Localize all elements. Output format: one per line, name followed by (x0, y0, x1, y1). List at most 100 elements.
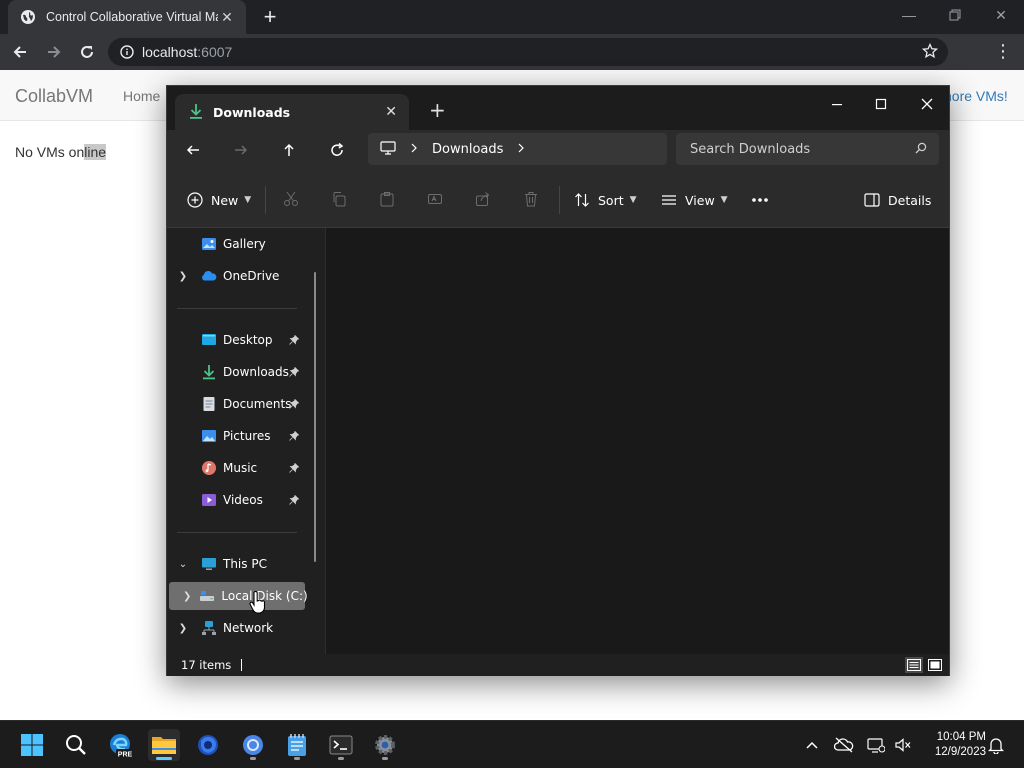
maximize-icon[interactable] (866, 92, 896, 116)
rename-icon[interactable] (424, 188, 446, 210)
reload-icon[interactable] (75, 40, 99, 64)
sort-button[interactable]: Sort ▼ (574, 189, 637, 211)
chevron-right-icon[interactable]: ❯ (175, 271, 191, 282)
command-separator (265, 186, 266, 214)
file-explorer-icon[interactable] (148, 729, 180, 761)
paste-icon[interactable] (376, 188, 398, 210)
nav-item-gallery[interactable]: Gallery (169, 230, 305, 258)
nav-more-vms-link[interactable]: nore VMs! (944, 88, 1008, 104)
nav-home-link[interactable]: Home (123, 88, 160, 104)
pin-icon[interactable] (289, 366, 300, 380)
edge-beta-icon[interactable]: PRE (105, 729, 137, 761)
restore-icon[interactable] (933, 4, 977, 26)
nav-item-documents[interactable]: Documents (169, 390, 305, 418)
nav-item-videos[interactable]: Videos (169, 486, 305, 514)
browser-tab[interactable]: Control Collaborative Virtual Ma ✕ (8, 0, 246, 34)
search-icon[interactable] (60, 729, 92, 761)
url-host: localhost (142, 44, 198, 60)
nav-item-pictures[interactable]: Pictures (169, 422, 305, 450)
nav-item-this-pc[interactable]: ⌄ This PC (169, 550, 305, 578)
more-options-icon[interactable] (751, 189, 769, 211)
monitor-icon[interactable] (380, 140, 396, 158)
forward-icon[interactable] (42, 40, 66, 64)
breadcrumb-downloads[interactable]: Downloads (432, 142, 503, 157)
start-icon[interactable] (16, 729, 48, 761)
breadcrumb-chevron-icon[interactable] (410, 142, 418, 156)
bookmark-star-icon[interactable] (921, 42, 939, 62)
nav-item-onedrive[interactable]: ❯ OneDrive (169, 262, 305, 290)
pin-icon[interactable] (289, 462, 300, 476)
clock-time: 10:04 PM (936, 731, 986, 743)
site-info-icon[interactable] (120, 45, 134, 59)
minimize-icon[interactable]: — (887, 4, 931, 26)
address-bar[interactable]: localhost:6007 (108, 38, 948, 66)
breadcrumb[interactable]: Downloads (368, 133, 667, 165)
pin-icon[interactable] (289, 398, 300, 412)
chevron-down-icon[interactable]: ⌄ (175, 559, 191, 570)
share-icon[interactable] (472, 188, 494, 210)
breadcrumb-chevron-icon[interactable] (517, 142, 525, 156)
close-tab-icon[interactable]: ✕ (385, 104, 397, 120)
new-tab-button[interactable]: + (429, 98, 446, 122)
nav-item-music[interactable]: Music (169, 454, 305, 482)
back-icon[interactable] (8, 40, 32, 64)
pin-icon[interactable] (289, 334, 300, 348)
nav-item-downloads[interactable]: Downloads (169, 358, 305, 386)
network-status-icon[interactable] (866, 735, 886, 755)
downloads-folder-icon (201, 364, 217, 380)
system-clock[interactable]: 10:04 PM 12/9/2023 (918, 730, 986, 760)
browser-tab-title: Control Collaborative Virtual Ma (46, 10, 218, 24)
close-window-icon[interactable] (912, 92, 942, 116)
browser-menu-icon[interactable]: ⋮ (994, 40, 1012, 62)
nav-item-desktop[interactable]: Desktop (169, 326, 305, 354)
sort-button-label: Sort (598, 192, 624, 208)
search-placeholder: Search Downloads (690, 141, 811, 157)
nav-item-network[interactable]: ❯ Network (169, 614, 305, 642)
notification-bell-icon[interactable] (986, 735, 1006, 755)
gallery-icon (201, 236, 217, 252)
command-separator (559, 186, 560, 214)
view-button[interactable]: View ▼ (661, 189, 728, 211)
vm-status-text: No VMs on (15, 144, 85, 160)
site-brand[interactable]: CollabVM (15, 86, 93, 107)
delete-icon[interactable] (520, 188, 542, 210)
search-input[interactable]: Search Downloads (676, 133, 939, 165)
firefox-icon[interactable] (192, 729, 224, 761)
copy-icon[interactable] (328, 188, 350, 210)
close-tab-icon[interactable]: ✕ (218, 8, 236, 26)
chevron-down-icon: ▼ (244, 195, 252, 205)
pin-icon[interactable] (289, 430, 300, 444)
chevron-right-icon[interactable]: ❯ (175, 623, 191, 634)
tiles-view-icon[interactable] (926, 657, 944, 673)
chevron-up-icon[interactable] (802, 735, 822, 755)
local-disk-icon (199, 588, 215, 604)
up-arrow-icon[interactable] (277, 138, 301, 162)
sort-icon (575, 193, 589, 207)
close-window-icon[interactable]: ✕ (979, 4, 1023, 26)
search-icon (915, 142, 927, 158)
terminal-icon[interactable] (325, 729, 357, 761)
chevron-down-icon: ▼ (629, 195, 637, 205)
explorer-tab[interactable]: Downloads ✕ (175, 94, 409, 130)
volume-muted-icon[interactable] (893, 735, 913, 755)
nav-item-local-disk[interactable]: ❯ Local Disk (C:) (169, 582, 308, 610)
notepad-icon[interactable] (281, 729, 313, 761)
back-icon[interactable] (181, 138, 205, 162)
settings-icon[interactable] (369, 729, 401, 761)
nav-scrollbar[interactable] (314, 272, 316, 562)
refresh-icon[interactable] (325, 138, 349, 162)
cut-icon[interactable] (280, 188, 302, 210)
minimize-icon[interactable] (822, 92, 852, 116)
new-tab-button[interactable]: + (259, 6, 281, 29)
new-button[interactable]: New ▼ (187, 189, 251, 211)
forward-icon[interactable] (229, 138, 253, 162)
chevron-right-icon[interactable]: ❯ (183, 591, 191, 602)
pin-icon[interactable] (289, 494, 300, 508)
file-list-area[interactable] (326, 228, 949, 654)
onedrive-offline-icon[interactable] (834, 735, 854, 755)
explorer-tab-title: Downloads (213, 104, 291, 120)
details-view-icon[interactable] (905, 657, 923, 673)
chrome-icon[interactable] (237, 729, 269, 761)
pictures-folder-icon (201, 428, 217, 444)
details-button[interactable]: Details (864, 189, 931, 211)
